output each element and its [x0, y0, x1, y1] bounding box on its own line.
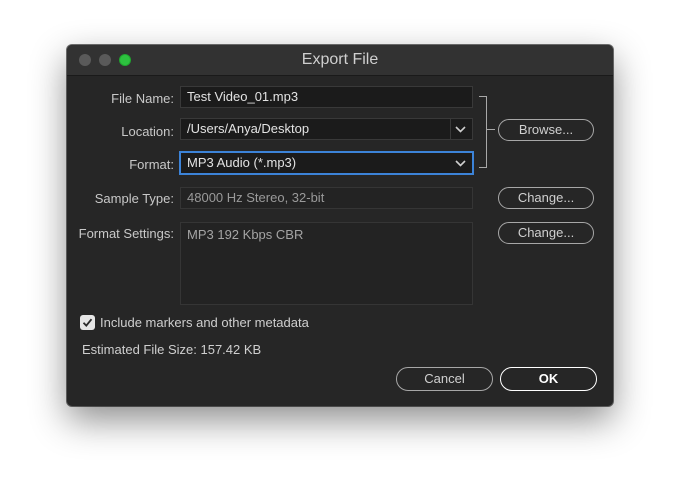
- group-bracket-tick: [487, 129, 495, 130]
- location-value: /Users/Anya/Desktop: [187, 121, 310, 136]
- window-title: Export File: [301, 51, 379, 68]
- change-format-settings-button[interactable]: Change...: [498, 222, 594, 244]
- format-settings-value: MP3 192 Kbps CBR: [187, 227, 304, 242]
- cancel-button[interactable]: Cancel: [396, 367, 493, 391]
- location-dropdown-divider: [450, 118, 473, 140]
- group-bracket: [479, 96, 487, 168]
- format-settings-label: Format Settings:: [78, 226, 174, 241]
- file-name-value: Test Video_01.mp3: [187, 89, 299, 104]
- browse-button[interactable]: Browse...: [498, 119, 594, 141]
- estimated-file-size: Estimated File Size: 157.42 KB: [82, 342, 262, 357]
- location-dropdown[interactable]: /Users/Anya/Desktop: [180, 118, 473, 140]
- export-file-dialog: Export File File Name: Test Video_01.mp3…: [67, 45, 613, 406]
- zoom-window-button[interactable]: [119, 54, 131, 66]
- location-label: Location:: [121, 124, 174, 139]
- ok-button[interactable]: OK: [500, 367, 597, 391]
- change-sample-type-button[interactable]: Change...: [498, 187, 594, 209]
- close-window-button[interactable]: [79, 54, 91, 66]
- chevron-down-icon: [455, 153, 466, 173]
- sample-type-label: Sample Type:: [94, 191, 174, 206]
- format-settings-field: MP3 192 Kbps CBR: [180, 222, 473, 305]
- include-metadata-checkbox[interactable]: [80, 315, 95, 330]
- file-name-input[interactable]: Test Video_01.mp3: [180, 86, 473, 108]
- sample-type-value: 48000 Hz Stereo, 32-bit: [187, 190, 325, 205]
- sample-type-field: 48000 Hz Stereo, 32-bit: [180, 187, 473, 209]
- title-bar[interactable]: Export File: [67, 45, 613, 76]
- format-label: Format:: [129, 157, 174, 172]
- minimize-window-button[interactable]: [99, 54, 111, 66]
- format-dropdown[interactable]: MP3 Audio (*.mp3): [180, 152, 473, 174]
- checkmark-icon: [82, 318, 93, 327]
- file-name-label: File Name:: [111, 91, 174, 106]
- format-value: MP3 Audio (*.mp3): [187, 155, 297, 170]
- include-metadata-label[interactable]: Include markers and other metadata: [100, 315, 309, 331]
